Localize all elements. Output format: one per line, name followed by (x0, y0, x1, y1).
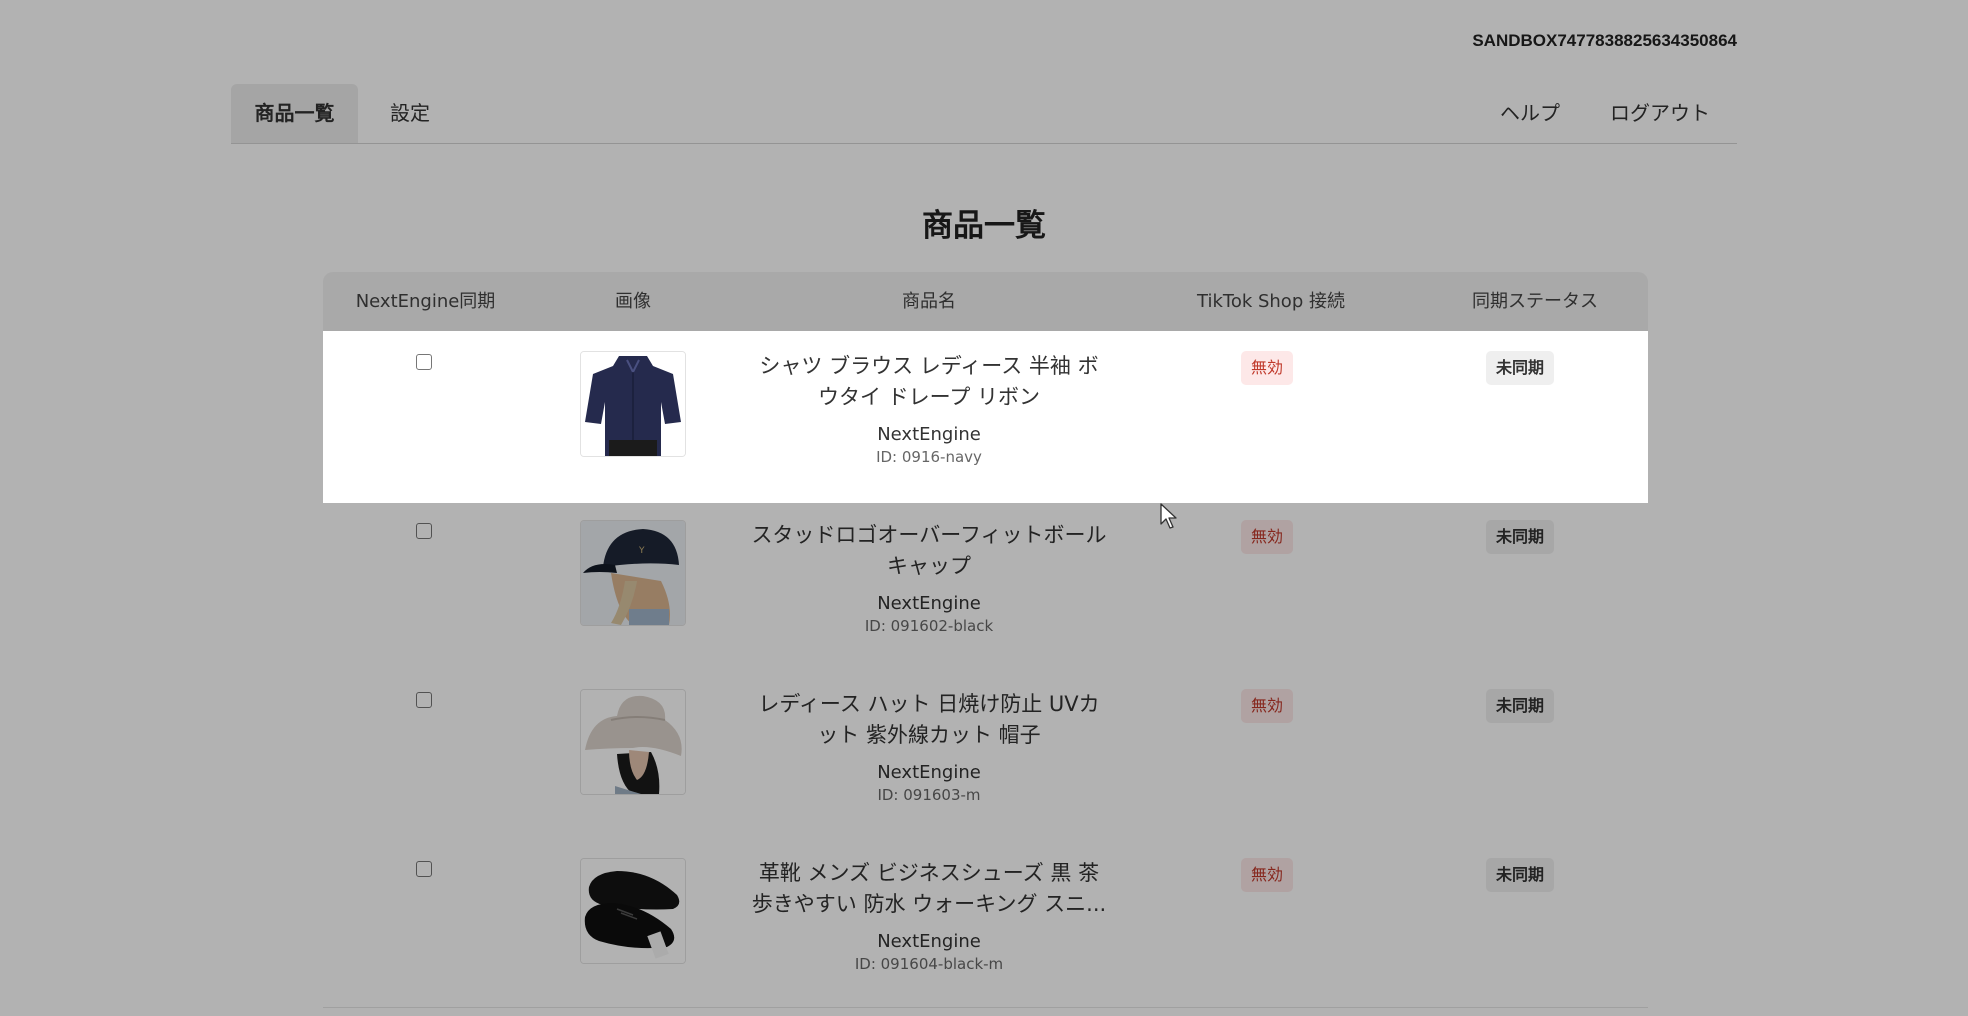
product-title[interactable]: シャツ ブラウス レディース 半袖 ボウタイ ドレープ リボン (749, 351, 1109, 413)
sync-status-badge: 未同期 (1486, 351, 1555, 385)
dim-overlay-left (0, 331, 323, 503)
product-name-cell: シャツ ブラウス レディース 半袖 ボウタイ ドレープ リボン NextEngi… (749, 351, 1109, 467)
tiktok-status-badge: 無効 (1241, 351, 1294, 385)
product-source: NextEngine (877, 424, 981, 445)
product-image (580, 351, 686, 457)
dim-overlay-top (0, 0, 1968, 331)
dim-overlay-bottom (0, 503, 1968, 1016)
table-row[interactable]: シャツ ブラウス レディース 半袖 ボウタイ ドレープ リボン NextEngi… (323, 331, 1648, 501)
dim-overlay-right (1648, 331, 1968, 503)
mouse-cursor-icon (1160, 503, 1177, 529)
product-id: ID: 0916-navy (876, 448, 982, 466)
page: SANDBOX7477838825634350864 商品一覧 設定 ヘルプ ロ… (0, 0, 1968, 1016)
navy-blouse-image (581, 352, 685, 456)
sync-checkbox[interactable] (416, 354, 432, 370)
